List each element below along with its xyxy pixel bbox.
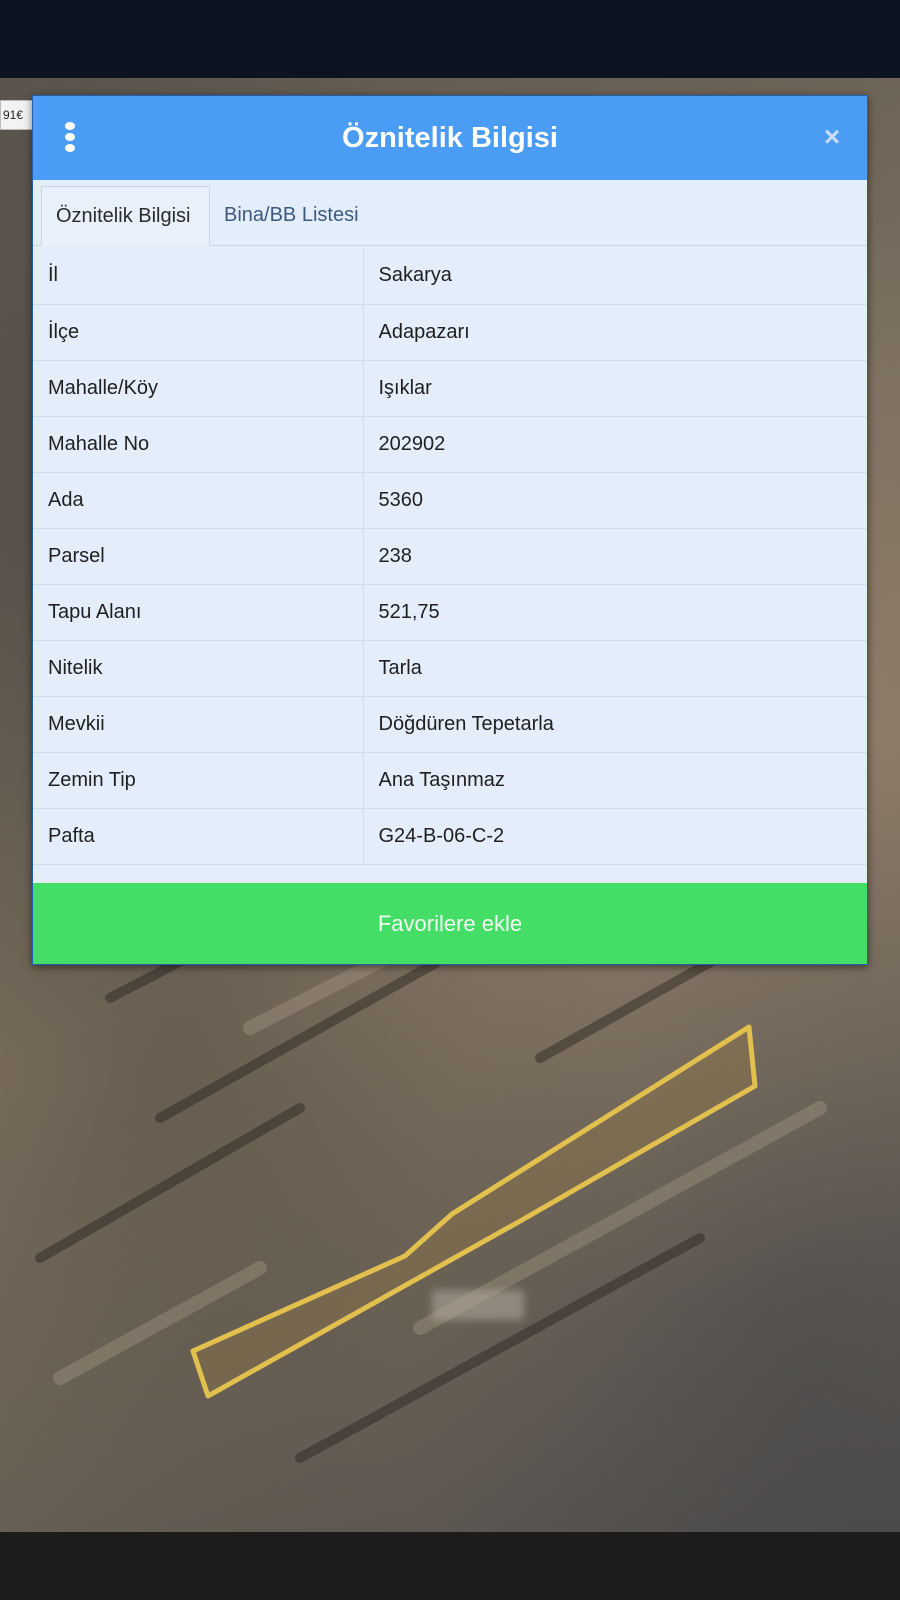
- dialog-header: Öznitelik Bilgisi ×: [33, 96, 867, 180]
- row-key: Ada: [33, 472, 364, 529]
- parcel-outline: [190, 1024, 758, 1399]
- row-value: Tarla: [363, 640, 867, 697]
- table-row: Tapu Alanı 521,75: [33, 584, 867, 641]
- table-row: İl Sakarya: [33, 248, 867, 305]
- dialog-title: Öznitelik Bilgisi: [342, 122, 558, 154]
- bottom-bar: [0, 1532, 900, 1600]
- row-value: 238: [363, 528, 867, 585]
- row-value: 5360: [363, 472, 867, 529]
- close-icon[interactable]: ×: [819, 123, 845, 151]
- row-key: Mahalle No: [33, 416, 364, 473]
- top-bar: [0, 0, 900, 78]
- tab-bar: Öznitelik Bilgisi Bina/BB Listesi: [33, 180, 867, 246]
- table-row: Parsel 238: [33, 528, 867, 585]
- table-row: Nitelik Tarla: [33, 640, 867, 697]
- row-value: Işıklar: [363, 360, 867, 417]
- table-row: Mahalle No 202902: [33, 416, 867, 473]
- row-value: Ana Taşınmaz: [363, 752, 867, 809]
- tab-attribute-info[interactable]: Öznitelik Bilgisi: [41, 186, 210, 246]
- row-value: Sakarya: [363, 248, 867, 305]
- kebab-menu-icon[interactable]: [63, 122, 77, 154]
- table-row: Zemin Tip Ana Taşınmaz: [33, 752, 867, 809]
- parcel-label-blurred: [432, 1290, 524, 1320]
- row-key: Pafta: [33, 808, 364, 865]
- row-value: Adapazarı: [363, 304, 867, 361]
- row-value: Döğdüren Tepetarla: [363, 696, 867, 753]
- row-key: Tapu Alanı: [33, 584, 364, 641]
- table-row: Mevkii Döğdüren Tepetarla: [33, 696, 867, 753]
- table-row: Pafta G24-B-06-C-2: [33, 808, 867, 865]
- row-value: 202902: [363, 416, 867, 473]
- row-value: G24-B-06-C-2: [363, 808, 867, 865]
- tab-building-list[interactable]: Bina/BB Listesi: [210, 186, 390, 246]
- table-row: Mahalle/Köy Işıklar: [33, 360, 867, 417]
- row-key: İl: [33, 248, 364, 305]
- add-to-favorites-button[interactable]: Favorilere ekle: [33, 883, 867, 964]
- row-key: Parsel: [33, 528, 364, 585]
- row-key: Nitelik: [33, 640, 364, 697]
- attribute-table: İl Sakarya İlçe Adapazarı Mahalle/Köy Işıkl…: [33, 248, 867, 865]
- row-key: İlçe: [33, 304, 364, 361]
- row-key: Zemin Tip: [33, 752, 364, 809]
- row-value: 521,75: [363, 584, 867, 641]
- attribute-info-dialog: Öznitelik Bilgisi × Öznitelik Bilgisi Bi…: [32, 95, 868, 965]
- table-row: İlçe Adapazarı: [33, 304, 867, 361]
- row-key: Mevkii: [33, 696, 364, 753]
- table-row: Ada 5360: [33, 472, 867, 529]
- row-key: Mahalle/Köy: [33, 360, 364, 417]
